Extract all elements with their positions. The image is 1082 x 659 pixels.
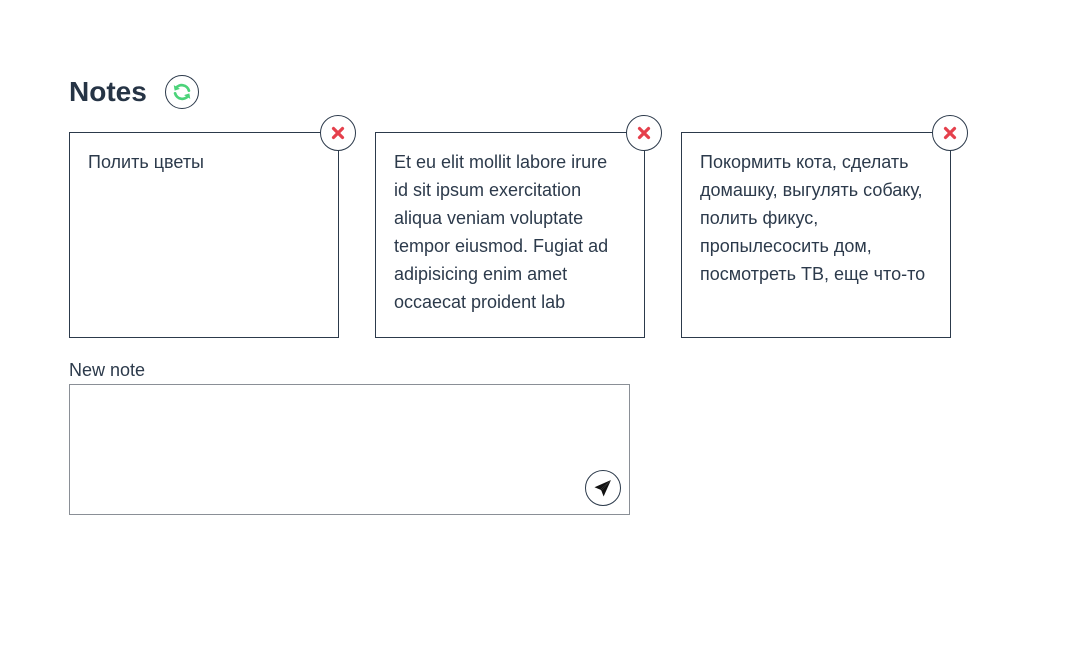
delete-note-button[interactable] xyxy=(932,115,968,151)
refresh-icon xyxy=(173,83,191,101)
note-card: Покормить кота, сделать домашку, выгулят… xyxy=(681,115,968,338)
delete-note-button[interactable] xyxy=(626,115,662,151)
note-text: Покормить кота, сделать домашку, выгулят… xyxy=(700,152,926,284)
paper-plane-icon xyxy=(594,480,611,497)
notes-list: Полить цветы Et eu elit mollit labore ir… xyxy=(69,115,987,338)
notes-app: Notes Полить цветы Et eu elit mollit lab… xyxy=(0,0,1082,659)
note-card: Полить цветы xyxy=(69,115,356,338)
note-text: Et eu elit mollit labore irure id sit ip… xyxy=(394,152,609,312)
note-card: Et eu elit mollit labore irure id sit ip… xyxy=(375,115,662,338)
page-title: Notes xyxy=(69,76,147,107)
header: Notes xyxy=(69,72,199,112)
note-text: Полить цветы xyxy=(88,152,204,172)
new-note-form xyxy=(69,384,630,515)
delete-note-button[interactable] xyxy=(320,115,356,151)
new-note-label: New note xyxy=(69,360,146,380)
send-note-button[interactable] xyxy=(585,470,621,506)
close-icon xyxy=(637,126,651,140)
new-note-input[interactable] xyxy=(70,385,629,514)
close-icon xyxy=(943,126,957,140)
close-icon xyxy=(331,126,345,140)
refresh-button[interactable] xyxy=(164,75,199,109)
